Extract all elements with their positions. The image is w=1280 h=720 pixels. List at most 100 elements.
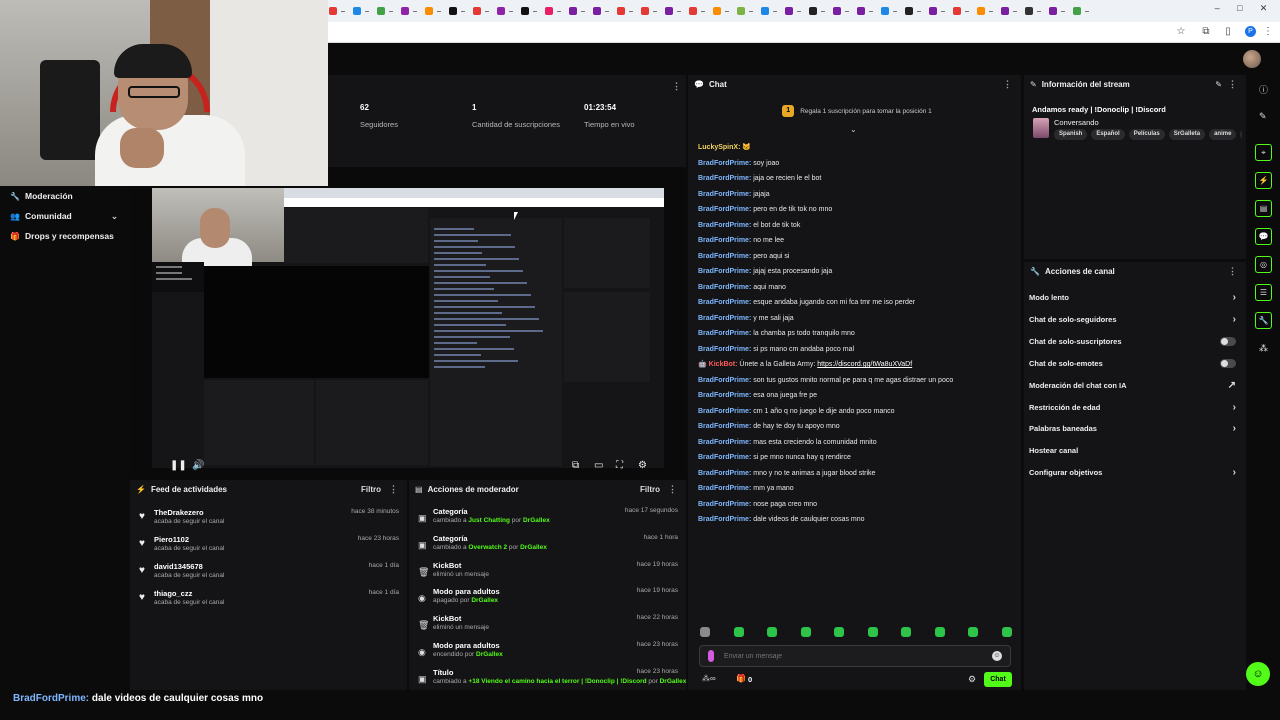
broadcast-icon[interactable]: ◎ [1255,256,1272,273]
table-row[interactable]: ▣ Categoría cambiado a Overwatch 2 por DrG… [409,534,686,561]
browser-tab[interactable] [637,4,661,18]
channel-action-0[interactable]: Modo lento › [1029,287,1241,309]
chat-send-button[interactable]: Chat [984,672,1012,687]
chat-username[interactable]: BradFordPrime: [698,268,751,275]
sidebar-item-comunidad[interactable]: 👥 Comunidad ⌄ [0,206,130,226]
channel-action-8[interactable]: Configurar objetivos › [1029,462,1241,484]
chat-icon[interactable]: 💬 [1255,228,1272,245]
chat-username[interactable]: BradFordPrime: [698,330,751,337]
chat-input-box[interactable]: ☺ [699,645,1011,667]
browser-tab[interactable] [757,4,781,18]
chat-input[interactable] [724,650,984,663]
settings-icon[interactable]: ⚙ [638,459,647,473]
browser-tab[interactable] [1021,4,1045,18]
chat-username[interactable]: BradFordPrime: [698,454,751,461]
star-icon[interactable]: ☆ [1175,26,1187,38]
table-row[interactable]: 🗑 KickBot eliminó un mensaje hace 19 horas [409,561,686,588]
stream-tag[interactable]: ga [1240,129,1242,140]
browser-tab[interactable] [973,4,997,18]
toggle-switch[interactable] [1220,358,1236,368]
crosshair-icon[interactable]: ⌖ [1255,144,1272,161]
browser-tab[interactable] [949,4,973,18]
pencil-icon[interactable]: ✎ [1215,80,1222,89]
stream-tag[interactable]: anime [1209,129,1237,140]
chat-username[interactable]: BradFordPrime: [698,408,751,415]
browser-tab[interactable] [613,4,637,18]
chat-username[interactable]: BradFordPrime: [698,175,751,182]
channel-action-6[interactable]: Palabras baneadas › [1029,418,1241,440]
pause-icon[interactable]: ❚❚ [170,459,187,473]
list-item[interactable]: ♥ Piero1102 acaba de seguir el canal hace 2… [130,534,407,560]
theater-icon[interactable]: ▭ [594,459,603,473]
table-row[interactable]: ◉ Modo para adultos encendido por DrGallex… [409,641,686,668]
browser-tab[interactable] [589,4,613,18]
chat-username[interactable]: BradFordPrime: [698,439,751,446]
chat-username[interactable]: BradFordPrime: [698,485,751,492]
chat-username[interactable]: KickBot: [709,361,738,368]
chat-username[interactable]: BradFordPrime: [698,501,751,508]
toggle-switch[interactable] [1220,336,1236,346]
browser-tab[interactable] [493,4,517,18]
panel-menu-icon[interactable]: ⋮ [1003,79,1012,90]
stream-tag[interactable]: Spanish [1054,129,1088,140]
emote-icon[interactable] [867,627,878,637]
pencil-icon[interactable]: ✎ [1259,111,1267,122]
browser-tabs[interactable] [325,4,1195,18]
browser-tab[interactable] [685,4,709,18]
channel-action-1[interactable]: Chat de solo-seguidores › [1029,309,1241,331]
table-row[interactable]: ◉ Modo para adultos apagado por DrGallex ha… [409,587,686,614]
browser-tab[interactable] [517,4,541,18]
maximize-icon[interactable]: □ [1237,3,1242,17]
minimize-icon[interactable]: – [1215,3,1220,17]
chat-username[interactable]: BradFordPrime: [698,191,751,198]
sidebar-item-moderacion[interactable]: 🔧 Moderación [0,186,130,206]
browser-tab[interactable] [1069,4,1093,18]
panel-menu-icon[interactable]: ⋮ [1228,266,1237,277]
browser-tab[interactable] [541,4,565,18]
chat-username[interactable]: BradFordPrime: [698,206,751,213]
browser-tab[interactable] [661,4,685,18]
infinity-icon[interactable]: ⁂∞ [702,674,716,683]
chat-username[interactable]: BradFordPrime: [698,392,751,399]
browser-tab[interactable] [373,4,397,18]
emote-icon[interactable] [968,627,979,637]
list-item[interactable]: ♥ david1345678 acaba de seguir el canal hac… [130,561,407,587]
browser-tab[interactable] [925,4,949,18]
sidebar-item-drops[interactable]: 🎁 Drops y recompensas [0,226,130,246]
emote-icon[interactable] [834,627,845,637]
stats-menu-icon[interactable]: ⋮ [672,81,681,92]
sidepanel-icon[interactable]: ▯ [1222,26,1234,38]
wrench-icon[interactable]: 🔧 [1255,312,1272,329]
support-chat-icon[interactable]: ☺ [1246,662,1270,686]
browser-tab[interactable] [349,4,373,18]
chat-username[interactable]: BradFordPrime: [698,284,751,291]
browser-tab[interactable] [901,4,925,18]
browser-tab[interactable] [829,4,853,18]
browser-tab[interactable] [805,4,829,18]
emoji-icon[interactable]: ☺ [992,651,1002,661]
browser-tab[interactable] [997,4,1021,18]
chat-username[interactable]: BradFordPrime: [698,160,751,167]
close-icon[interactable]: ✕ [1260,3,1268,17]
profile-icon[interactable]: P [1245,26,1256,37]
mic-icon[interactable] [708,650,714,662]
chat-username[interactable]: BradFordPrime: [698,237,751,244]
list-icon[interactable]: ☰ [1255,284,1272,301]
chat-username[interactable]: BradFordPrime: [698,299,751,306]
stream-tag[interactable]: Películas [1128,129,1165,140]
chat-username[interactable]: BradFordPrime: [698,470,751,477]
stream-tag[interactable]: SrGalleta [1168,129,1206,140]
chat-link[interactable]: https://discord.gg/tWa8uXVaDf [817,361,912,368]
filter-button[interactable]: Filtro [361,485,381,494]
emote-icon[interactable] [1001,627,1012,637]
pinned-gift-banner[interactable]: 1 Regala 1 suscripción para tomar la pos… [712,103,1002,119]
browser-tab[interactable] [1045,4,1069,18]
volume-icon[interactable]: 🔊 [192,459,204,473]
avatar[interactable] [1243,50,1261,68]
emote-icon[interactable] [934,627,945,637]
info-icon[interactable]: ⓘ [1259,83,1268,96]
chat-username[interactable]: BradFordPrime: [698,377,751,384]
channel-action-4[interactable]: Moderación del chat con IA ↗ [1029,375,1241,397]
browser-tab[interactable] [325,4,349,18]
expand-down-icon[interactable]: ⌄ [850,125,857,134]
